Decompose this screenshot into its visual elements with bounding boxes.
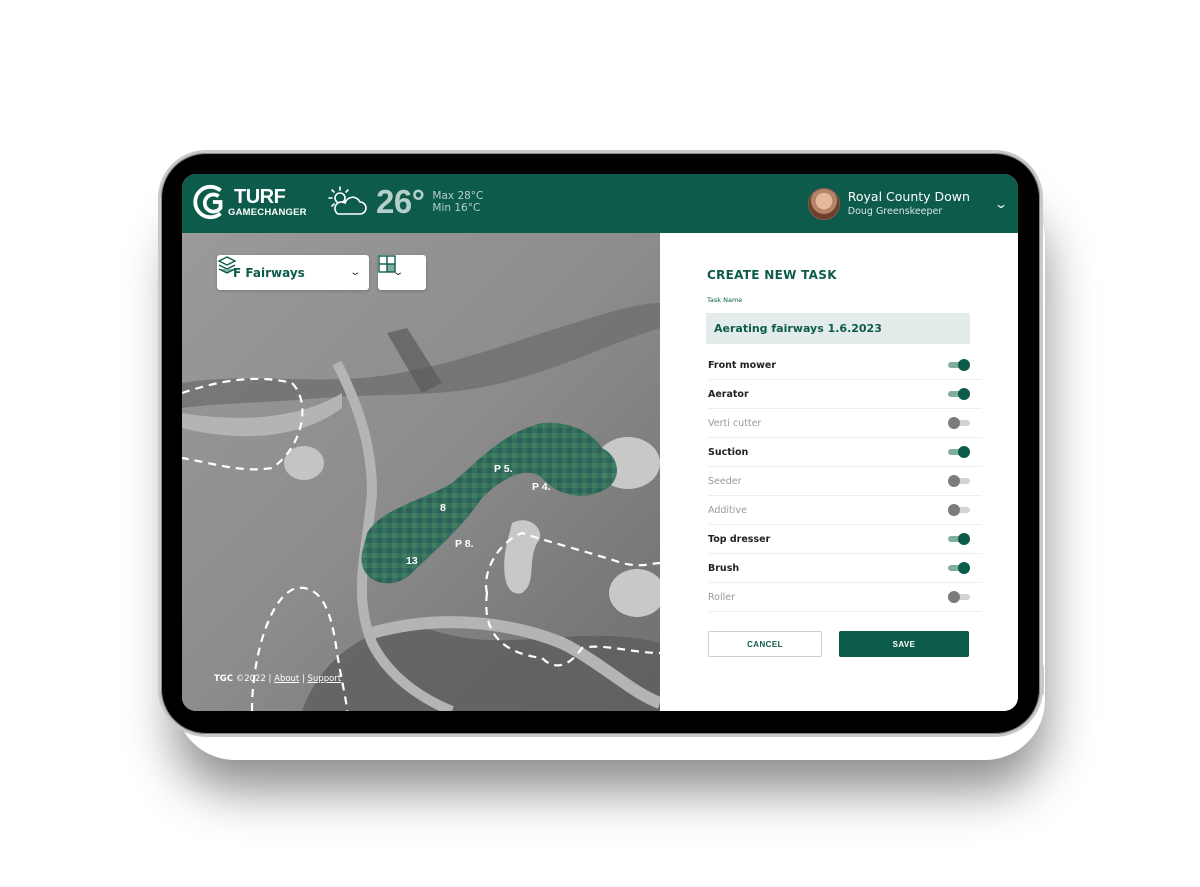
equipment-toggle[interactable] xyxy=(948,359,970,371)
equipment-option: Verti cutter xyxy=(708,409,982,438)
equipment-toggle[interactable] xyxy=(948,446,970,458)
footer-brand: TGC xyxy=(214,674,234,684)
footer-copyright: ©2022 | xyxy=(235,674,272,684)
logo-title: TURF xyxy=(234,185,286,208)
layers-icon xyxy=(217,256,237,274)
chevron-down-icon: ⌄ xyxy=(392,267,405,278)
club-name: Royal County Down xyxy=(847,189,970,204)
logo-mark-icon xyxy=(193,184,223,220)
app-screen: TURF GAMECHANGER 26° Max 28°C Min 16°C R… xyxy=(182,174,1018,711)
equipment-option-label: Seeder xyxy=(708,475,742,487)
aerial-map-image xyxy=(182,233,660,711)
equipment-option-label: Additive xyxy=(708,504,747,516)
equipment-toggle[interactable] xyxy=(948,533,970,545)
toggle-knob xyxy=(958,388,970,400)
panel-title: CREATE NEW TASK xyxy=(707,268,837,282)
zone-label[interactable]: P 4. xyxy=(532,481,551,493)
zone-label[interactable]: P 5. xyxy=(494,463,513,475)
course-map[interactable]: F Fairways ⌄ ⌄ P 5. P 4. 8 P 8. 13 TGC ©… xyxy=(182,233,660,711)
zone-label[interactable]: 8 xyxy=(440,502,446,514)
tablet-side-button xyxy=(1040,665,1044,695)
equipment-toggle[interactable] xyxy=(948,504,970,516)
equipment-toggle[interactable] xyxy=(948,562,970,574)
avatar xyxy=(807,187,840,220)
toggle-knob xyxy=(948,475,960,487)
temperature: 26° xyxy=(376,183,425,220)
toggle-knob xyxy=(958,562,970,574)
logo-subtitle: GAMECHANGER xyxy=(228,206,307,218)
toggle-knob xyxy=(958,446,970,458)
layer-select[interactable]: F Fairways ⌄ xyxy=(217,255,369,290)
top-bar: TURF GAMECHANGER 26° Max 28°C Min 16°C R… xyxy=(182,174,1018,233)
temperature-min: Min 16°C xyxy=(432,202,481,214)
view-select[interactable]: ⌄ xyxy=(378,255,426,290)
equipment-option: Top dresser xyxy=(708,525,982,554)
equipment-toggle[interactable] xyxy=(948,475,970,487)
user-menu[interactable]: Royal County Down Doug Greenskeeper ⌄ xyxy=(807,174,1018,233)
task-name-input[interactable] xyxy=(706,313,970,344)
support-link[interactable]: Support xyxy=(308,674,342,684)
cancel-button[interactable]: CANCEL xyxy=(708,631,822,657)
temperature-max: Max 28°C xyxy=(432,190,484,202)
toggle-knob xyxy=(948,504,960,516)
tablet-volume-button xyxy=(962,734,988,737)
equipment-option-label: Brush xyxy=(708,562,740,574)
equipment-option-label: Verti cutter xyxy=(708,417,762,429)
equipment-option-label: Aerator xyxy=(708,388,749,400)
equipment-list: Front mower Aerator Verti cutter Suction See… xyxy=(708,351,982,612)
toggle-knob xyxy=(958,359,970,371)
user-name: Doug Greenskeeper xyxy=(847,206,943,217)
logo[interactable]: TURF GAMECHANGER xyxy=(192,182,307,222)
equipment-toggle[interactable] xyxy=(948,591,970,603)
equipment-option-label: Roller xyxy=(708,591,736,603)
about-link[interactable]: About xyxy=(274,674,299,684)
equipment-toggle[interactable] xyxy=(948,417,970,429)
map-footer: TGC ©2022 | About | Support xyxy=(214,674,341,684)
weather-widget: 26° Max 28°C Min 16°C xyxy=(326,183,483,221)
equipment-option-label: Top dresser xyxy=(708,533,771,545)
zone-label[interactable]: 13 xyxy=(406,555,418,567)
zone-label[interactable]: P 8. xyxy=(455,538,474,550)
toggle-knob xyxy=(948,417,960,429)
equipment-option: Front mower xyxy=(708,351,982,380)
tablet-volume-button xyxy=(930,734,956,737)
equipment-option: Additive xyxy=(708,496,982,525)
footer-separator: | xyxy=(301,674,305,684)
chevron-down-icon[interactable]: ⌄ xyxy=(994,197,1008,211)
equipment-option-label: Front mower xyxy=(708,359,777,371)
equipment-option: Aerator xyxy=(708,380,982,409)
equipment-option: Suction xyxy=(708,438,982,467)
partly-cloudy-icon xyxy=(328,186,367,215)
equipment-option: Roller xyxy=(708,583,982,612)
create-task-panel: CREATE NEW TASK Task Name Front mower Aer… xyxy=(660,233,1018,711)
equipment-option: Brush xyxy=(708,554,982,583)
layer-select-value: F Fairways xyxy=(233,265,305,280)
toggle-knob xyxy=(948,591,960,603)
toggle-knob xyxy=(958,533,970,545)
chevron-down-icon: ⌄ xyxy=(348,267,361,278)
save-button[interactable]: SAVE xyxy=(839,631,969,657)
equipment-toggle[interactable] xyxy=(948,388,970,400)
equipment-option: Seeder xyxy=(708,467,982,496)
task-name-label: Task Name xyxy=(707,296,743,304)
equipment-option-label: Suction xyxy=(708,446,749,458)
